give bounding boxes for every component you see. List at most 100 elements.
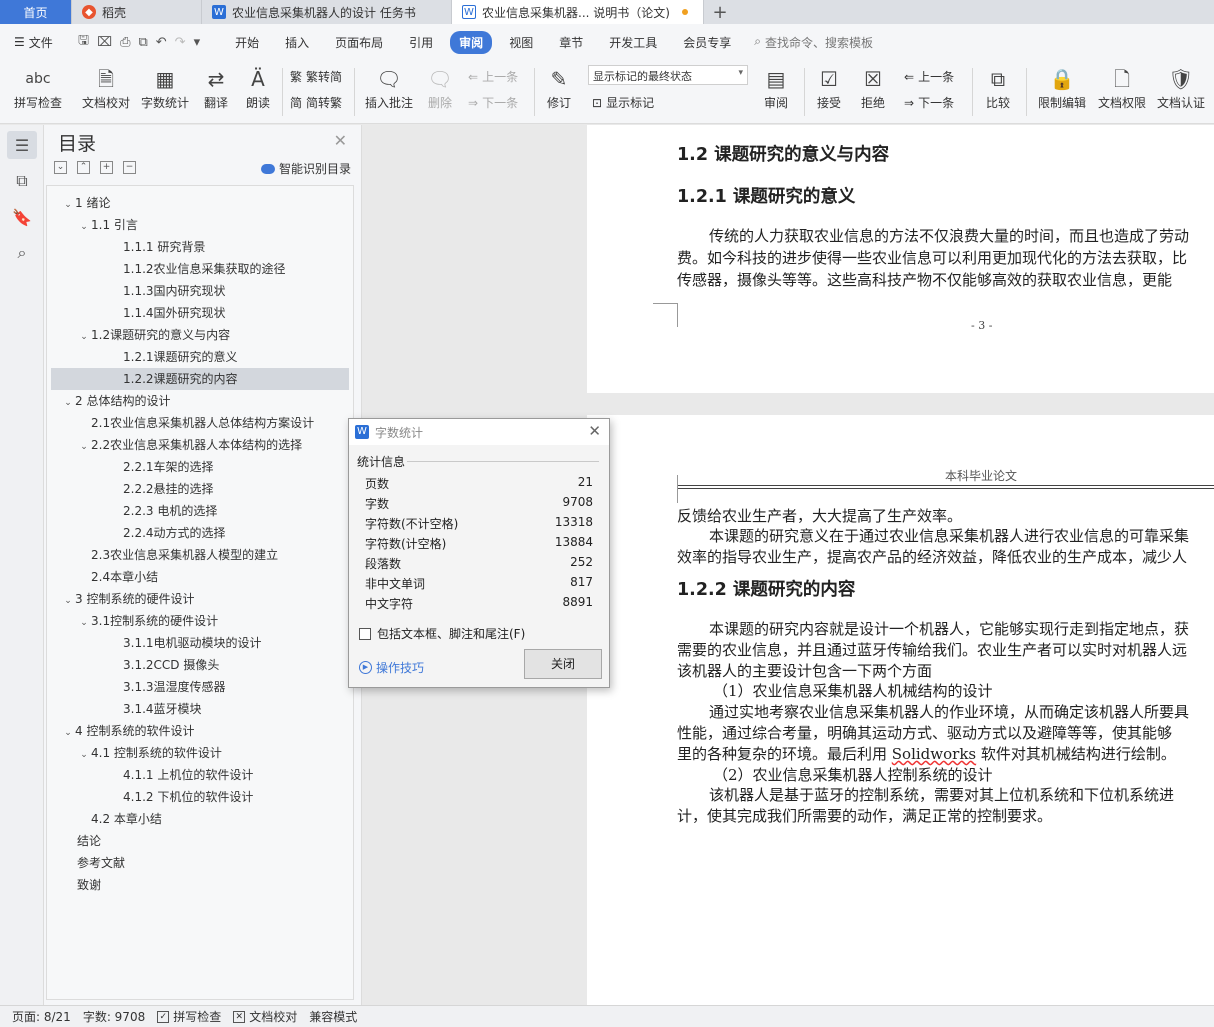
menu-tab[interactable]: 会员专享 (674, 31, 740, 54)
toc-item[interactable]: 2.1农业信息采集机器人总体结构方案设计 (51, 412, 349, 434)
chevron-down-icon[interactable]: ⌄ (61, 194, 75, 216)
redo-icon[interactable]: ↷ (175, 35, 186, 50)
paragraph-line[interactable]: 该机器人是基于蓝牙的控制系统，需要对其上位机系统和下位机系统进 (709, 784, 1174, 805)
misspelled-word[interactable]: Solidworks (892, 745, 976, 763)
paragraph-line[interactable]: 计，使其完成我们所需要的动作，满足正常的控制要求。 (677, 805, 1052, 826)
doccheck-button[interactable]: 🗎 文档校对 (78, 64, 134, 111)
command-search[interactable]: ⌕ 查找命令、搜索模板 (754, 34, 873, 51)
toc-pane-icon[interactable]: ☰ (7, 131, 37, 159)
toc-item[interactable]: ⌄ 4.1 控制系统的软件设计 (51, 742, 349, 764)
trad-to-simp-button[interactable]: 繁繁转简 (290, 68, 342, 85)
file-menu-button[interactable]: ☰ 文件 (14, 34, 64, 51)
dialog-titlebar[interactable]: W 字数统计 (349, 419, 609, 445)
print-icon[interactable]: ⎙ (120, 35, 130, 50)
toc-item[interactable]: 2.2.3 电机的选择 (51, 500, 349, 522)
next-change-button[interactable]: ⇒ 下一条 (904, 94, 954, 111)
doccheck-toggle[interactable]: ✕ 文档校对 (233, 1008, 297, 1025)
paragraph-line[interactable]: 通过实地考察农业信息采集机器人的作业环境，从而确定该机器人所要具 (709, 701, 1189, 722)
print-preview-icon[interactable]: ⧉ (138, 35, 147, 50)
heading-1-2-2[interactable]: 1.2.2 课题研究的内容 (677, 576, 855, 601)
toc-item[interactable]: 4.2 本章小结 (51, 808, 349, 830)
toc-item[interactable]: 1.1.2农业信息采集获取的途径 (51, 258, 349, 280)
menu-tab[interactable]: 页面布局 (326, 31, 392, 54)
menu-tab[interactable]: 审阅 (450, 30, 493, 54)
toc-item[interactable]: ⌄ 1.2课题研究的意义与内容 (51, 324, 349, 346)
more-icon[interactable]: ▾ (194, 35, 201, 50)
simp-to-trad-button[interactable]: 简简转繁 (290, 94, 342, 111)
toc-item[interactable]: 1.2.2课题研究的内容 (51, 368, 349, 390)
wordcount-button[interactable]: ▦ 字数统计 (138, 64, 192, 111)
smart-toc-button[interactable]: 智能识别目录 (260, 160, 351, 177)
menu-tab[interactable]: 引用 (400, 31, 442, 54)
paragraph-line[interactable]: 本课题的研究内容就是设计一个机器人，它能够实现行走到指定地点，获 (709, 618, 1189, 639)
paragraph-line[interactable]: 费。如今科技的进步使得一些农业信息可以利用更加现代化的方法去获取，比 (677, 247, 1187, 268)
add-heading-icon[interactable]: + (100, 161, 113, 174)
menu-tab[interactable]: 章节 (550, 31, 592, 54)
tab-daoke[interactable]: ◆ 稻壳 (72, 0, 202, 24)
paragraph-line[interactable]: （1）农业信息采集机器人机械结构的设计 (713, 680, 993, 701)
paragraph-line[interactable]: 里的各种复杂的环境。最后利用 Solidworks 软件对其机械结构进行绘制。 (677, 743, 1176, 764)
toc-item[interactable]: ⌄ 1.1 引言 (51, 214, 349, 236)
tips-link[interactable]: ▶ 操作技巧 (359, 659, 424, 676)
next-comment-button[interactable]: ⇒ 下一条 (468, 94, 518, 111)
accept-button[interactable]: ☑ 接受 (810, 64, 848, 111)
paragraph-line[interactable]: 传感器，摄像头等等。这些高科技产物不仅能够高效的获取农业信息，更能 (677, 269, 1172, 290)
toc-item[interactable]: 3.1.2CCD 摄像头 (51, 654, 349, 676)
toc-item[interactable]: 4.1.2 下机位的软件设计 (51, 786, 349, 808)
chevron-down-icon[interactable]: ⌄ (61, 392, 75, 414)
chevron-down-icon[interactable]: ⌄ (61, 590, 75, 612)
toc-item[interactable]: 1.1.3国内研究现状 (51, 280, 349, 302)
toc-item[interactable]: 1.2.1课题研究的意义 (51, 346, 349, 368)
toc-item[interactable]: ⌄ 3.1控制系统的硬件设计 (51, 610, 349, 632)
toc-item[interactable]: ⌄ 2.2农业信息采集机器人本体结构的选择 (51, 434, 349, 456)
doc-cert-button[interactable]: 🛡 文档认证 (1152, 64, 1210, 111)
paragraph-line[interactable]: 传统的人力获取农业信息的方法不仅浪费大量的时间，而且也造成了劳动 (709, 225, 1189, 246)
tab-document-thesis[interactable]: W 农业信息采集机器... 说明书（论文) (452, 0, 704, 24)
chevron-down-icon[interactable]: ⌄ (77, 326, 91, 348)
spellcheck-button[interactable]: abc 拼写检查 (8, 64, 68, 111)
paragraph-line[interactable]: 效率的指导农业生产，提高农产品的经济效益，降低农业的生产成本，减少人 (677, 546, 1187, 567)
paragraph-line[interactable]: 需要的农业信息，并且通过蓝牙传输给我们。农业生产者可以实时对机器人远 (677, 639, 1187, 660)
expand-all-icon[interactable]: ⌄ (54, 161, 67, 174)
toc-item[interactable]: 结论 (51, 830, 349, 852)
chevron-down-icon[interactable]: ⌄ (77, 612, 91, 634)
review-pane-button[interactable]: ▤ 审阅 (756, 64, 796, 111)
chevron-down-icon[interactable]: ⌄ (77, 436, 91, 458)
paragraph-line[interactable]: 性能，通过综合考量，明确其运动方式、驱动方式以及避障等等，使其能够 (677, 722, 1172, 743)
spellcheck-toggle[interactable]: ✓ 拼写检查 (157, 1008, 221, 1025)
collapse-all-icon[interactable]: ⌃ (77, 161, 90, 174)
new-tab-button[interactable]: + (704, 0, 736, 24)
read-aloud-button[interactable]: Ä 朗读 (240, 64, 276, 111)
chevron-down-icon[interactable]: ⌄ (77, 216, 91, 238)
toc-item[interactable]: 致谢 (51, 874, 349, 896)
paint-format-icon[interactable]: ⌧ (97, 35, 112, 50)
toc-item[interactable]: ⌄ 3 控制系统的硬件设计 (51, 588, 349, 610)
tab-home[interactable]: 首页 (0, 0, 72, 24)
track-changes-button[interactable]: ✎ 修订 (540, 64, 578, 111)
include-textbox-checkbox[interactable]: 包括文本框、脚注和尾注(F) (359, 625, 525, 642)
toc-item[interactable]: 2.4本章小结 (51, 566, 349, 588)
undo-icon[interactable]: ↶ (156, 35, 167, 50)
search-icon[interactable]: ⌕ (7, 239, 37, 267)
markup-mode-select[interactable]: 显示标记的最终状态 ▾ (588, 65, 748, 85)
toc-item[interactable]: ⌄ 1 绪论 (51, 192, 349, 214)
delete-comment-button[interactable]: 🗨 删除 (420, 64, 460, 111)
toc-item[interactable]: ⌄ 4 控制系统的软件设计 (51, 720, 349, 742)
heading-1-2-1[interactable]: 1.2.1 课题研究的意义 (677, 183, 855, 208)
chevron-down-icon[interactable]: ⌄ (77, 744, 91, 766)
translate-button[interactable]: ⇄ 翻译 (196, 64, 236, 111)
toc-item[interactable]: 参考文献 (51, 852, 349, 874)
doc-permission-button[interactable]: 🗋 文档权限 (1094, 64, 1150, 111)
toc-item[interactable]: ⌄ 2 总体结构的设计 (51, 390, 349, 412)
prev-change-button[interactable]: ⇐ 上一条 (904, 68, 954, 85)
menu-tab[interactable]: 开发工具 (600, 31, 666, 54)
toc-item[interactable]: 1.1.1 研究背景 (51, 236, 349, 258)
tab-document-task[interactable]: W 农业信息采集机器人的设计 任务书 (202, 0, 452, 24)
toc-item[interactable]: 2.3农业信息采集机器人模型的建立 (51, 544, 349, 566)
paragraph-line[interactable]: 本课题的研究意义在于通过农业信息采集机器人进行农业信息的可靠采集 (709, 525, 1189, 546)
save-icon[interactable]: 🖫 (78, 31, 89, 53)
remove-heading-icon[interactable]: − (123, 161, 136, 174)
toc-item[interactable]: 3.1.1电机驱动模块的设计 (51, 632, 349, 654)
menu-tab[interactable]: 开始 (226, 31, 268, 54)
toc-item[interactable]: 1.1.4国外研究现状 (51, 302, 349, 324)
